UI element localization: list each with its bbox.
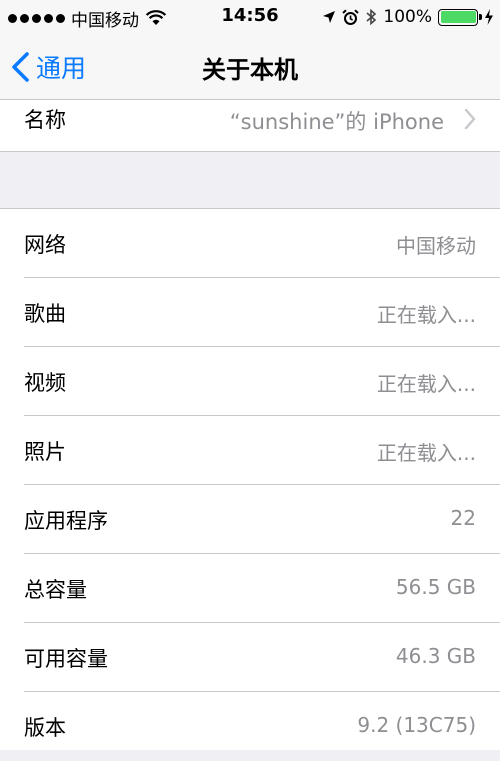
alarm-clock-icon [342, 8, 360, 25]
info-row-value: 56.5 GB [395, 575, 476, 599]
info-row-version: 版本 9.2 (13C75) [0, 692, 500, 761]
status-bar: 中国移动 14:56 100% [0, 0, 500, 36]
charging-bolt-icon [485, 9, 493, 25]
info-row-capacity: 总容量 56.5 GB [0, 554, 500, 623]
info-row-label: 总容量 [24, 578, 87, 602]
info-row-label: 照片 [24, 440, 66, 464]
info-row-label: 歌曲 [24, 302, 66, 326]
info-row-label: 网络 [24, 233, 66, 257]
info-row-songs: 歌曲 正在载入... [0, 278, 500, 347]
name-value: “sunshine”的 iPhone [229, 110, 444, 134]
navigation-bar: 通用 关于本机 [0, 36, 500, 100]
back-button[interactable]: 通用 [10, 48, 86, 86]
info-row-value: 正在载入... [376, 303, 476, 327]
info-row-value: 9.2 (13C75) [357, 713, 476, 737]
info-row-value: 22 [450, 506, 476, 530]
info-row-network: 网络 中国移动 [0, 209, 500, 278]
battery-level-fill [440, 11, 476, 23]
info-row-apps: 应用程序 22 [0, 485, 500, 554]
info-row-value: 正在载入... [376, 441, 476, 465]
status-right: 100% [322, 5, 494, 29]
info-row-value: 中国移动 [396, 234, 476, 258]
info-row-label: 版本 [24, 716, 66, 740]
battery-icon [438, 8, 482, 26]
info-row-value: 46.3 GB [395, 644, 476, 668]
battery-percentage: 100% [383, 7, 432, 27]
info-row-available: 可用容量 46.3 GB [0, 623, 500, 692]
info-row-label: 可用容量 [24, 647, 108, 671]
chevron-left-icon [12, 52, 29, 82]
back-button-label: 通用 [36, 54, 87, 83]
bluetooth-icon [366, 8, 377, 26]
info-row-label: 应用程序 [24, 509, 108, 533]
name-label: 名称 [24, 108, 66, 132]
info-row-photos: 照片 正在载入... [0, 416, 500, 485]
info-list: 网络 中国移动 歌曲 正在载入... 视频 正在载入... 照片 正在载入...… [0, 208, 500, 750]
chevron-right-icon [464, 108, 476, 130]
info-row-value: 正在载入... [376, 372, 476, 396]
location-arrow-icon [323, 11, 336, 23]
name-row[interactable]: 名称 “sunshine”的 iPhone [0, 100, 500, 152]
info-row-label: 视频 [24, 371, 66, 395]
info-row-videos: 视频 正在载入... [0, 347, 500, 416]
